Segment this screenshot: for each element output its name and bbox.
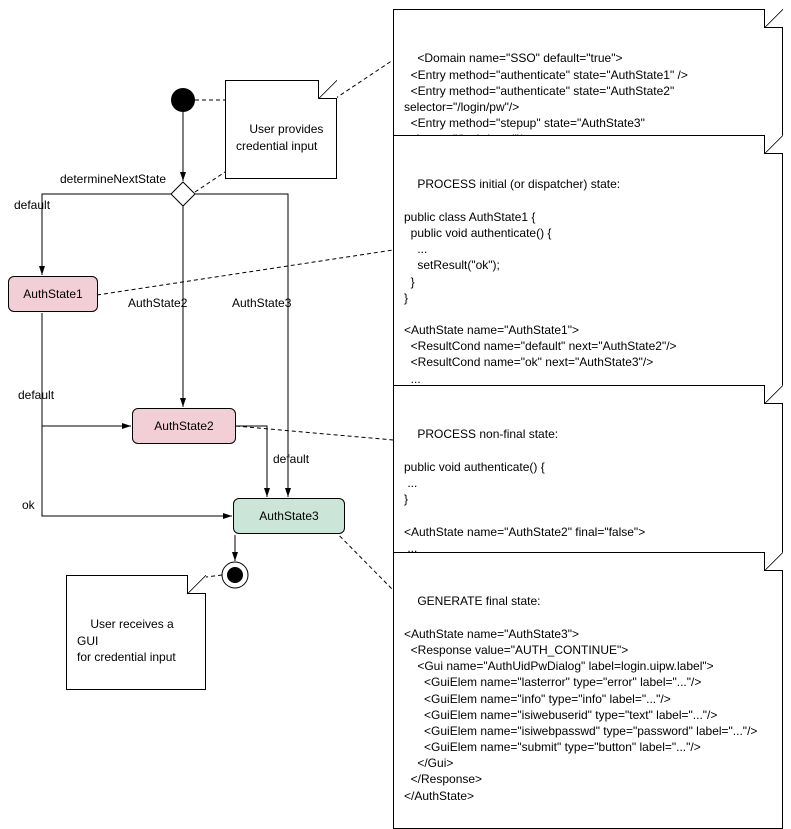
state3-label: AuthState3 <box>259 509 318 523</box>
note-user-input: User provides credential input <box>225 80 337 179</box>
note-user-gui: User receives a GUI for credential input <box>66 575 206 690</box>
note-state3: GENERATE final state: <AuthState name="A… <box>393 552 783 829</box>
edge-determine-label: determineNextState <box>60 172 166 186</box>
edge-branch3-label: AuthState3 <box>232 296 291 310</box>
note-fold-icon <box>764 385 783 404</box>
note-state2-text: PROCESS non-final state: public void aut… <box>404 427 645 571</box>
state-authstate3: AuthState3 <box>233 498 345 534</box>
edge-default3-label: default <box>273 452 309 466</box>
note-user-gui-text: User receives a GUI for credential input <box>77 617 177 663</box>
note-fold-icon <box>764 135 783 154</box>
state1-label: AuthState1 <box>23 287 82 301</box>
state-authstate1: AuthState1 <box>8 276 98 312</box>
edge-default1-label: default <box>14 198 50 212</box>
note-fold-icon <box>764 9 783 28</box>
state-authstate2: AuthState2 <box>132 408 236 444</box>
state2-label: AuthState2 <box>154 419 213 433</box>
edge-default2-label: default <box>18 388 54 402</box>
note-fold-icon <box>187 575 206 594</box>
edge-branch2-label: AuthState2 <box>128 296 187 310</box>
note-user-input-text: User provides credential input <box>236 122 323 152</box>
note-state3-text: GENERATE final state: <AuthState name="A… <box>404 594 757 802</box>
note-state1-text: PROCESS initial (or dispatcher) state: p… <box>404 177 677 401</box>
diagram-canvas: AuthState1 AuthState2 AuthState3 determi… <box>0 0 791 791</box>
note-fold-icon <box>764 552 783 571</box>
note-fold-icon <box>318 80 337 99</box>
edge-ok-label: ok <box>22 498 35 512</box>
